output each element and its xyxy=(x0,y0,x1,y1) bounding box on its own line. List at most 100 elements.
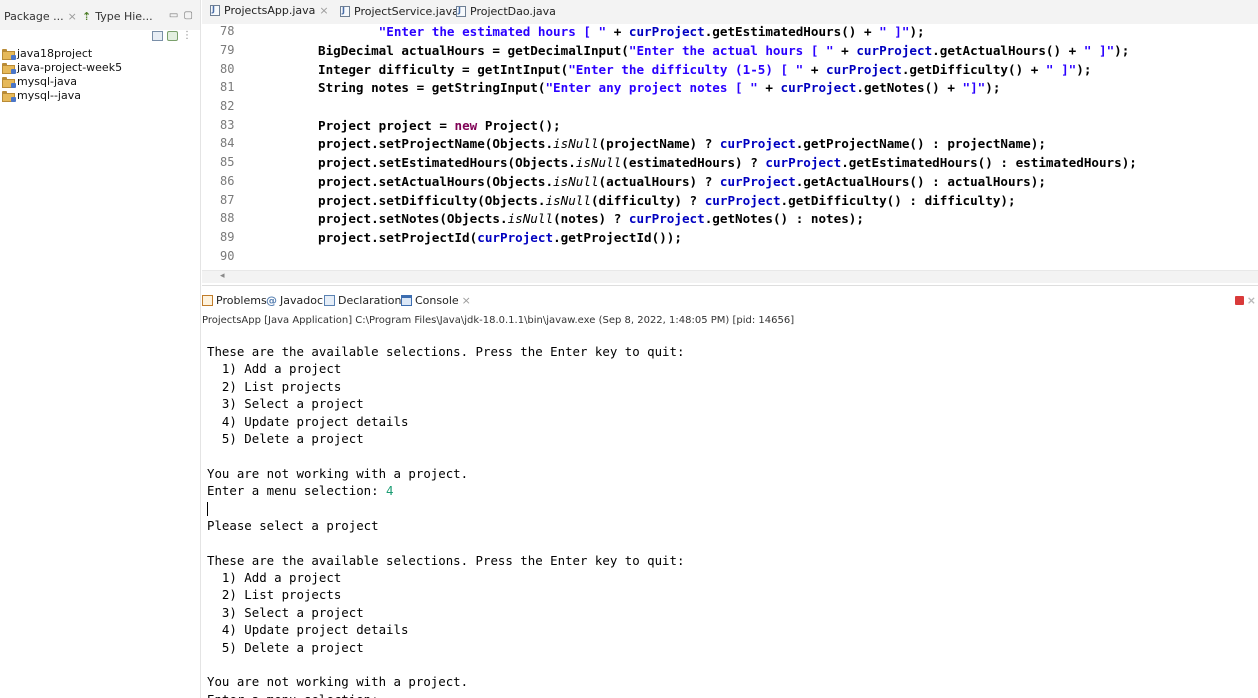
remove-launch-icon[interactable]: ⨯ xyxy=(1247,294,1256,307)
line-number: 85 xyxy=(220,155,235,170)
code-line[interactable]: 81 String notes = getStringInput("Enter a… xyxy=(202,80,1258,98)
line-number: 82 xyxy=(220,99,235,113)
code-line[interactable]: 88 project.setNotes(Objects.isNull(notes)… xyxy=(202,211,1258,229)
code-token: Project project = xyxy=(318,117,455,133)
code-token: (actualHours) ? xyxy=(598,173,720,189)
code-token: .getEstimatedHours() : estimatedHours); xyxy=(841,155,1137,171)
console-text: 2) List projects xyxy=(207,378,342,394)
console-line xyxy=(207,500,684,517)
project-tree-item[interactable]: mysql-java xyxy=(2,74,122,88)
collapse-all-icon[interactable] xyxy=(152,31,163,41)
code-token: (projectName) ? xyxy=(598,136,720,152)
code-token: "]" xyxy=(962,80,986,96)
tab-package-explorer-label: Package ... xyxy=(4,10,64,23)
package-explorer-tabbar: Package ... × ⇡ Type Hie... ▭ ▢ xyxy=(0,0,200,30)
tab-javadoc[interactable]: @ Javadoc xyxy=(266,294,323,307)
tab-package-explorer[interactable]: Package ... × xyxy=(4,10,77,23)
code-line[interactable]: 83 Project project = new Project(); xyxy=(202,118,1258,136)
code-line[interactable]: 78 "Enter the estimated hours [ " + curP… xyxy=(202,24,1258,42)
console-line: Enter a menu selection: xyxy=(207,691,684,698)
console-text: You are not working with a project. xyxy=(207,674,469,690)
code-token: " ]" xyxy=(879,24,910,40)
close-icon[interactable]: × xyxy=(68,10,77,23)
code-line[interactable]: 86 project.setActualHours(Objects.isNull(… xyxy=(202,174,1258,192)
console-view: Problems @ Javadoc Declaration Console ×… xyxy=(202,285,1258,698)
close-icon[interactable]: × xyxy=(462,294,471,307)
tab-projectdao-java[interactable]: ProjectDao.java xyxy=(456,5,556,18)
terminate-icon[interactable] xyxy=(1234,296,1244,305)
code-text: String notes = getStringInput("Enter any… xyxy=(318,80,1000,95)
code-token: "Enter the actual hours [ " xyxy=(628,42,834,58)
console-text: Please select a project xyxy=(207,517,379,533)
java-editor[interactable]: 77BigDecimal estimatedHours = getDecimal… xyxy=(202,0,1258,283)
code-token: + xyxy=(833,42,857,58)
code-line[interactable]: 85 project.setEstimatedHours(Objects.isNu… xyxy=(202,155,1258,173)
code-token: curProject xyxy=(765,155,842,171)
console-line: 1) Add a project xyxy=(207,569,684,586)
code-text: "Enter the estimated hours [ " + curProj… xyxy=(318,24,925,39)
code-token: .getDifficulty() : difficulty); xyxy=(780,192,1016,208)
view-menu-icon[interactable]: ⋮ xyxy=(182,31,192,41)
project-tree-item[interactable]: java-project-week5 xyxy=(2,60,122,74)
tab-problems[interactable]: Problems xyxy=(202,294,267,307)
code-token: + xyxy=(606,24,629,40)
code-token: "Enter any project notes [ " xyxy=(545,80,758,96)
code-token: .getNotes() + xyxy=(856,80,963,96)
code-token: ); xyxy=(1076,61,1092,77)
code-token: .getProjectId()); xyxy=(553,229,682,245)
code-token: .getNotes() : notes); xyxy=(704,211,864,227)
console-output[interactable]: These are the available selections. Pres… xyxy=(207,343,684,698)
code-token: curProject xyxy=(856,42,933,58)
console-text: 1) Add a project xyxy=(207,570,342,586)
code-token: (estimatedHours) ? xyxy=(621,155,766,171)
code-token: BigDecimal actualHours = getDecimalInput… xyxy=(318,42,629,58)
code-token: project.setProjectName(Objects. xyxy=(318,136,554,152)
code-line[interactable]: 84 project.setProjectName(Objects.isNull(… xyxy=(202,136,1258,154)
code-token: "Enter the estimated hours [ " xyxy=(378,24,607,40)
code-token: String notes = getStringInput( xyxy=(318,80,546,96)
line-number: 81 xyxy=(220,80,235,95)
code-token: curProject xyxy=(704,192,781,208)
code-text: Integer difficulty = getIntInput("Enter … xyxy=(318,62,1091,77)
code-token: .getDifficulty() + xyxy=(901,61,1046,77)
code-line[interactable]: 90 xyxy=(202,249,1258,267)
tab-type-hierarchy[interactable]: ⇡ Type Hie... xyxy=(82,10,153,23)
minimize-maximize-icon[interactable]: ▭ ▢ xyxy=(169,10,194,21)
code-line[interactable]: 87 project.setDifficulty(Objects.isNull(d… xyxy=(202,193,1258,211)
launch-description: ProjectsApp [Java Application] C:\Progra… xyxy=(202,315,795,326)
line-number: 84 xyxy=(220,136,235,151)
code-line[interactable]: 89 project.setProjectId(curProject.getPro… xyxy=(202,230,1258,248)
link-with-editor-icon[interactable] xyxy=(167,31,178,41)
code-token: isNull xyxy=(545,192,591,208)
code-token: curProject xyxy=(719,173,796,189)
project-tree-item[interactable]: mysql--java xyxy=(2,88,122,102)
console-line: 5) Delete a project xyxy=(207,639,684,656)
console-line: You are not working with a project. xyxy=(207,673,684,690)
editor-tabbar: ProjectsApp.java × ProjectService.java P… xyxy=(202,0,1258,24)
tab-declaration[interactable]: Declaration xyxy=(324,294,401,307)
code-line[interactable]: 79 BigDecimal actualHours = getDecimalInp… xyxy=(202,43,1258,61)
close-icon[interactable]: × xyxy=(319,4,328,17)
hierarchy-icon: ⇡ xyxy=(82,10,92,23)
editor-horizontal-scrollbar[interactable]: ◂ xyxy=(202,270,1258,283)
editor-tab-label: ProjectsApp.java xyxy=(224,4,316,17)
console-icon xyxy=(401,295,412,306)
tab-projectsapp-java[interactable]: ProjectsApp.java × xyxy=(210,4,329,17)
package-explorer-view: Package ... × ⇡ Type Hie... ▭ ▢ ⋮ java18… xyxy=(0,0,201,698)
project-tree-item[interactable]: java18project xyxy=(2,46,122,60)
tab-console[interactable]: Console × xyxy=(401,294,471,307)
code-token: .getActualHours() + xyxy=(932,42,1084,58)
scroll-left-icon[interactable]: ◂ xyxy=(220,271,225,281)
code-token: " ]" xyxy=(1045,61,1077,77)
code-line[interactable]: 80 Integer difficulty = getIntInput("Ente… xyxy=(202,62,1258,80)
code-text: project.setDifficulty(Objects.isNull(dif… xyxy=(318,193,1016,208)
tab-projectservice-java[interactable]: ProjectService.java xyxy=(340,5,459,18)
code-text: project.setActualHours(Objects.isNull(ac… xyxy=(318,174,1046,189)
code-line[interactable]: 82 xyxy=(202,99,1258,117)
console-text: 5) Delete a project xyxy=(207,639,364,655)
declaration-icon xyxy=(324,295,335,306)
code-token: .getActualHours() : actualHours); xyxy=(795,173,1046,189)
code-view[interactable]: 77BigDecimal estimatedHours = getDecimal… xyxy=(202,0,1258,268)
code-token: curProject xyxy=(628,211,705,227)
